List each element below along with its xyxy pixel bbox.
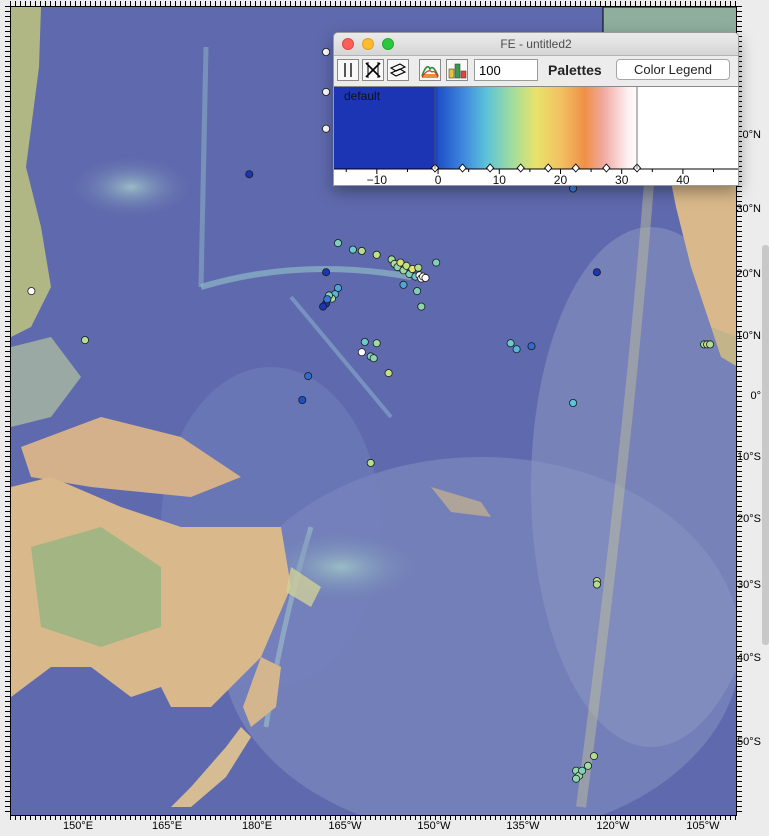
colorbar-tick-label: 30	[615, 173, 629, 186]
bar-chart-button[interactable]	[446, 59, 468, 81]
station-point[interactable]	[322, 124, 331, 133]
station-point[interactable]	[417, 302, 426, 311]
station-point[interactable]	[569, 398, 578, 407]
station-point[interactable]	[706, 340, 715, 349]
station-point[interactable]	[372, 339, 381, 348]
station-point[interactable]	[590, 752, 599, 761]
station-point[interactable]	[421, 273, 430, 282]
lat-label-20s: 20°S	[737, 513, 761, 525]
station-point[interactable]	[322, 48, 331, 57]
left-tick-marks	[5, 6, 10, 816]
station-point[interactable]	[357, 246, 366, 255]
cross-tool-button[interactable]	[362, 59, 384, 81]
station-point[interactable]	[360, 337, 369, 346]
palette-gradient	[334, 87, 738, 169]
top-tick-marks	[10, 1, 737, 6]
lon-label-135w: 135°W	[506, 820, 540, 832]
station-point[interactable]	[333, 239, 342, 248]
station-point[interactable]	[366, 458, 375, 467]
station-point[interactable]	[506, 339, 515, 348]
station-point[interactable]	[323, 295, 332, 304]
station-point[interactable]	[527, 342, 536, 351]
color-legend-button[interactable]: Color Legend	[616, 59, 730, 80]
window-titlebar[interactable]: FE - untitled2	[334, 33, 738, 56]
palettes-button[interactable]: Palettes	[548, 62, 602, 78]
station-point[interactable]	[592, 580, 601, 589]
station-point[interactable]	[348, 245, 357, 254]
lon-label-180e: 180°E	[241, 820, 273, 832]
colorbar-panel[interactable]: default −10 0 10 20 30 40	[334, 86, 738, 186]
toolbar: Palettes Color Legend	[334, 56, 738, 84]
station-point[interactable]	[592, 268, 601, 277]
lon-label-120w: 120°W	[596, 820, 630, 832]
station-point[interactable]	[27, 287, 36, 296]
station-point[interactable]	[413, 287, 422, 296]
station-point[interactable]	[432, 258, 441, 267]
lat-label-0: 0°	[750, 390, 761, 402]
lon-label-150e: 150°E	[62, 820, 94, 832]
station-point[interactable]	[572, 774, 581, 783]
vertical-lines-icon	[344, 63, 352, 77]
lat-label-30s: 30°S	[737, 579, 761, 591]
station-point[interactable]	[298, 395, 307, 404]
vertical-scrollbar[interactable]	[762, 245, 769, 645]
station-point[interactable]	[512, 345, 521, 354]
station-point[interactable]	[322, 268, 331, 277]
station-point[interactable]	[322, 87, 331, 96]
lat-label-40s: 40°S	[737, 652, 761, 664]
lat-label-10n: 10°N	[736, 330, 761, 342]
station-point[interactable]	[81, 336, 90, 345]
station-point[interactable]	[578, 766, 587, 775]
level-input[interactable]	[474, 59, 538, 81]
station-point[interactable]	[357, 348, 366, 357]
vertical-lines-tool-button[interactable]	[337, 59, 359, 81]
lat-label-10s: 10°S	[737, 451, 761, 463]
station-point[interactable]	[372, 250, 381, 259]
lon-label-105w: 105°W	[686, 820, 720, 832]
lon-label-150w: 150°W	[417, 820, 451, 832]
window-title: FE - untitled2	[500, 37, 572, 51]
station-point[interactable]	[319, 302, 328, 311]
lon-label-165w: 165°W	[328, 820, 362, 832]
station-point[interactable]	[399, 280, 408, 289]
histogram-curve-button[interactable]	[419, 59, 441, 81]
station-point[interactable]	[414, 263, 423, 272]
lat-label-20n: 20°N	[736, 268, 761, 280]
shift-arrows-icon	[389, 63, 407, 77]
histogram-curve-icon	[421, 65, 439, 78]
colorbar-tick-label: 20	[554, 173, 568, 186]
shift-tool-button[interactable]	[387, 59, 409, 81]
station-point[interactable]	[304, 372, 313, 381]
station-point[interactable]	[384, 369, 393, 378]
colorbar-tick-label: 40	[676, 173, 690, 186]
fe-window[interactable]: FE - untitled2 Palettes Color Legend def…	[333, 32, 739, 186]
lon-label-165e: 165°E	[151, 820, 183, 832]
colorbar-canvas[interactable]: default −10 0 10 20 30 40	[334, 87, 738, 186]
palette-name: default	[344, 89, 381, 103]
colorbar-tick-label: 0	[435, 173, 442, 186]
station-point[interactable]	[584, 761, 593, 770]
lat-label-50s: 50°S	[737, 736, 761, 748]
cross-lines-icon	[365, 62, 381, 78]
seafloor-plateau	[71, 157, 191, 217]
lat-label-30n: 30°N	[736, 203, 761, 215]
station-point[interactable]	[369, 354, 378, 363]
station-point[interactable]	[245, 170, 254, 179]
colorbar-tick-label: 10	[493, 173, 507, 186]
bar-chart-icon	[448, 63, 467, 79]
colorbar-tick-label: −10	[367, 173, 388, 186]
